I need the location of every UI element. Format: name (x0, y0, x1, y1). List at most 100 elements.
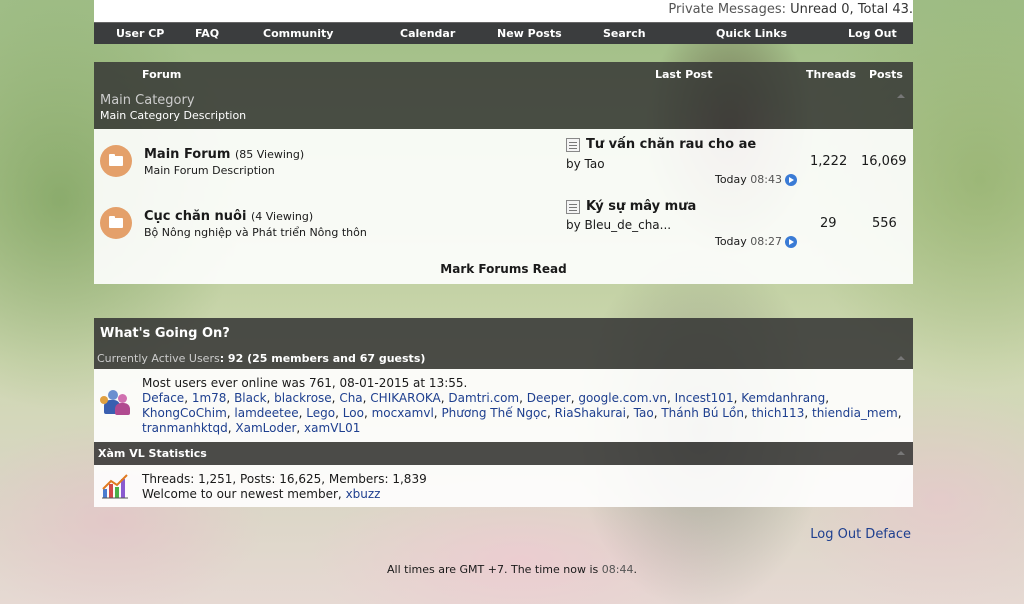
go-to-last-post-icon[interactable] (785, 174, 797, 186)
forum-table-header: Forum Last Post Threads Posts Main Categ… (94, 62, 913, 129)
active-user-link[interactable]: Phương Thế Ngọc (441, 406, 547, 420)
users-icon (100, 390, 130, 416)
last-post-time: Today 08:43 (715, 173, 782, 186)
active-user-link[interactable]: Deface (142, 391, 184, 405)
col-posts: Posts (869, 68, 903, 81)
post-count: 556 (872, 216, 897, 231)
last-post-author: by Tao (566, 157, 605, 171)
post-count: 16,069 (861, 154, 907, 169)
active-user-link[interactable]: Incest101 (675, 391, 734, 405)
col-last-post: Last Post (655, 68, 713, 81)
active-user-link[interactable]: google.com.vn (578, 391, 667, 405)
whats-going-on-title: What's Going On? (100, 326, 230, 341)
last-post-title[interactable]: Ký sự mây mưa (586, 199, 696, 214)
newest-member-link[interactable]: xbuzz (346, 487, 381, 501)
active-user-link[interactable]: 1m78 (192, 391, 227, 405)
category-description: Main Category Description (100, 109, 247, 122)
last-post-clock: 08:43 (750, 173, 782, 186)
forum-description: Main Forum Description (144, 164, 275, 177)
newest-member-line: Welcome to our newest member, xbuzz (142, 487, 380, 502)
last-post-by-label: by (566, 157, 581, 171)
folder-icon (100, 207, 132, 239)
last-post-clock: 08:27 (750, 235, 782, 248)
forum-title-link[interactable]: Main Forum (85 Viewing) (144, 147, 304, 162)
whats-going-on: What's Going On? Currently Active Users:… (94, 318, 913, 507)
active-users-count: : 92 (25 members and 67 guests) (219, 352, 426, 365)
statistics-chart-icon (102, 474, 128, 499)
last-post-author-link[interactable]: Bleu_de_cha... (585, 218, 672, 232)
forum-viewing: (85 Viewing) (234, 148, 305, 161)
nav-new-posts[interactable]: New Posts (497, 27, 562, 40)
last-post-day: Today (714, 235, 747, 248)
document-icon (566, 138, 580, 152)
col-threads: Threads (806, 68, 857, 81)
active-user-link[interactable]: thiendia_mem (812, 406, 898, 420)
active-user-link[interactable]: Loo (343, 406, 364, 420)
forum-title-link[interactable]: Cục chăn nuôi (4 Viewing) (144, 209, 313, 224)
forum-row: Main Forum (85 Viewing) Main Forum Descr… (94, 129, 913, 191)
active-users-panel: Most users ever online was 761, 08-01-20… (94, 369, 913, 442)
last-post-day: Today (714, 173, 747, 186)
footer-time-suffix: . (633, 563, 637, 576)
nav-calendar[interactable]: Calendar (400, 27, 455, 40)
thread-count: 29 (820, 216, 837, 231)
forum-viewing: (4 Viewing) (250, 210, 314, 223)
nav-user-cp[interactable]: User CP (116, 27, 164, 40)
active-user-link[interactable]: tranmanhktqd (142, 421, 228, 435)
last-post-author-link[interactable]: Tao (585, 157, 605, 171)
category-title[interactable]: Main Category (100, 93, 195, 108)
nav-quick-links[interactable]: Quick Links (716, 27, 787, 40)
folder-icon (100, 145, 132, 177)
active-user-link[interactable]: Black (234, 391, 266, 405)
navbar: User CP FAQ Community Calendar New Posts… (94, 22, 913, 44)
collapse-icon[interactable] (897, 451, 905, 455)
go-to-last-post-icon[interactable] (785, 236, 797, 248)
active-user-link[interactable]: KhongCoChim (142, 406, 227, 420)
last-post-by-label: by (566, 218, 581, 232)
private-messages-info[interactable]: Private Messages: Unread 0, Total 43. (668, 2, 913, 17)
nav-community[interactable]: Community (263, 27, 333, 40)
collapse-icon[interactable] (897, 356, 905, 360)
active-user-link[interactable]: blackrose (274, 391, 332, 405)
last-post-title[interactable]: Tư vấn chăn rau cho ae (586, 137, 756, 152)
log-out-deface-link[interactable]: Log Out Deface (810, 527, 911, 542)
top-strip: Private Messages: Unread 0, Total 43. (94, 0, 913, 22)
forum-description: Bộ Nông nghiệp và Phát triển Nông thôn (144, 226, 367, 239)
active-user-link[interactable]: RiaShakurai (555, 406, 626, 420)
active-user-link[interactable]: xamVL01 (304, 421, 360, 435)
most-online-text: Most users ever online was 761, 08-01-20… (142, 376, 468, 390)
document-icon (566, 200, 580, 214)
active-user-link[interactable]: thich113 (752, 406, 805, 420)
nav-log-out[interactable]: Log Out (848, 27, 897, 40)
active-user-link[interactable]: CHIKAROKA (370, 391, 440, 405)
active-user-link[interactable]: Damtri.com (448, 391, 519, 405)
forum-table: Forum Last Post Threads Posts Main Categ… (94, 62, 913, 284)
pm-label: Private Messages: (668, 2, 786, 17)
active-user-link[interactable]: Deeper (527, 391, 571, 405)
forum-title: Main Forum (144, 147, 231, 162)
active-user-link[interactable]: XamLoder (235, 421, 296, 435)
active-user-link[interactable]: Tao (634, 406, 654, 420)
forum-title: Cục chăn nuôi (144, 209, 247, 224)
mark-forums-read-link[interactable]: Mark Forums Read (94, 262, 913, 276)
last-post-author: by Bleu_de_cha... (566, 218, 671, 232)
welcome-text: Welcome to our newest member, (142, 487, 342, 501)
nav-faq[interactable]: FAQ (195, 27, 219, 40)
collapse-icon[interactable] (897, 94, 905, 98)
active-user-link[interactable]: Lego (306, 406, 335, 420)
statistics-panel: Threads: 1,251, Posts: 16,625, Members: … (94, 465, 913, 507)
thread-count: 1,222 (810, 154, 848, 169)
active-users-heading: Currently Active Users: 92 (25 members a… (97, 352, 425, 365)
active-user-link[interactable]: lamdeetee (234, 406, 298, 420)
active-user-link[interactable]: Kemdanhrang (741, 391, 825, 405)
active-user-link[interactable]: Thánh Bú Lồn (661, 406, 744, 420)
nav-search[interactable]: Search (603, 27, 646, 40)
forum-row: Cục chăn nuôi (4 Viewing) Bộ Nông nghiệp… (94, 192, 913, 254)
col-forum: Forum (142, 68, 182, 81)
statistics-title: Xàm VL Statistics (98, 447, 207, 460)
footer-time-now: 08:44 (601, 563, 634, 576)
pm-status: Unread 0, Total 43. (790, 2, 913, 17)
active-user-link[interactable]: mocxamvl (372, 406, 434, 420)
active-user-link[interactable]: Cha (339, 391, 362, 405)
active-users-label[interactable]: Currently Active Users (97, 352, 220, 365)
